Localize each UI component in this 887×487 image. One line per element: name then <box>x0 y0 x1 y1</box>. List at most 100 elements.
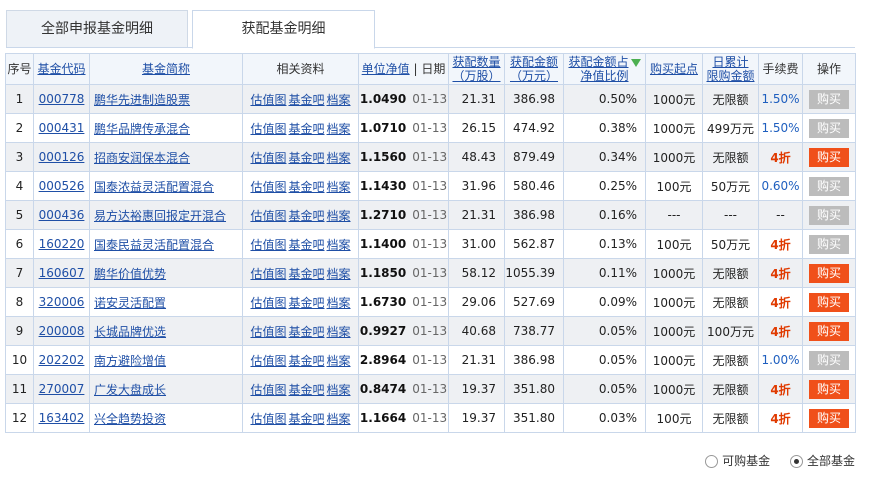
radio-unchecked-icon[interactable] <box>705 455 719 468</box>
fund-forum-link[interactable]: 基金吧 <box>288 412 324 426</box>
fund-name-link[interactable]: 诺安灵活配置 <box>94 296 166 310</box>
buy-button[interactable]: 购买 <box>809 321 849 341</box>
buy-button[interactable]: 购买 <box>809 292 849 312</box>
col-ratio[interactable]: 获配金额占 净值比例 <box>563 53 646 85</box>
buy-button[interactable]: 购买 <box>809 408 849 428</box>
fund-profile-link[interactable]: 档案 <box>327 412 351 426</box>
fund-profile-link[interactable]: 档案 <box>327 122 351 136</box>
valuation-chart-link[interactable]: 估值图 <box>250 325 286 339</box>
filter-buyable-option[interactable]: 可购基金 <box>705 454 770 468</box>
valuation-chart-link[interactable]: 估值图 <box>250 151 286 165</box>
fund-profile-link[interactable]: 档案 <box>327 93 351 107</box>
fund-forum-link[interactable]: 基金吧 <box>288 267 324 281</box>
fund-profile-link[interactable]: 档案 <box>327 267 351 281</box>
fund-forum-link[interactable]: 基金吧 <box>288 151 324 165</box>
fund-name-link[interactable]: 鹏华品牌传承混合 <box>94 122 190 136</box>
fee-discount: 4折 <box>770 237 791 252</box>
fund-name-link[interactable]: 鹏华先进制造股票 <box>94 93 190 107</box>
valuation-chart-link[interactable]: 估值图 <box>250 296 286 310</box>
buy-button[interactable]: 购买 <box>809 379 849 399</box>
cell-name: 招商安润保本混合 <box>89 142 243 172</box>
fund-forum-link[interactable]: 基金吧 <box>288 180 324 194</box>
fund-profile-link[interactable]: 档案 <box>327 296 351 310</box>
fund-code-link[interactable]: 000778 <box>39 92 85 106</box>
buy-button[interactable]: 购买 <box>809 118 849 138</box>
fund-code-link[interactable]: 320006 <box>39 295 85 309</box>
fund-code-link[interactable]: 160607 <box>39 266 85 280</box>
col-name[interactable]: 基金简称 <box>89 53 243 85</box>
cell-related: 估值图 基金吧 档案 <box>242 258 359 288</box>
fund-forum-link[interactable]: 基金吧 <box>288 354 324 368</box>
fund-code-link[interactable]: 163402 <box>39 411 85 425</box>
valuation-chart-link[interactable]: 估值图 <box>250 122 286 136</box>
buy-button[interactable]: 购买 <box>809 263 849 283</box>
buy-button[interactable]: 购买 <box>809 147 849 167</box>
col-nav[interactable]: 单位净值 | 日期 <box>358 53 449 85</box>
fund-code-link[interactable]: 000126 <box>39 150 85 164</box>
buy-button[interactable]: 购买 <box>809 89 849 109</box>
fund-code-link[interactable]: 202202 <box>39 353 85 367</box>
fund-name-link[interactable]: 国泰民益灵活配置混合 <box>94 238 214 252</box>
cell-nav: 1.0490 01-13 <box>358 84 449 114</box>
buy-button[interactable]: 购买 <box>809 234 849 254</box>
fund-profile-link[interactable]: 档案 <box>327 383 351 397</box>
fund-forum-link[interactable]: 基金吧 <box>288 122 324 136</box>
col-amt[interactable]: 获配金额 （万元） <box>504 53 564 85</box>
valuation-chart-link[interactable]: 估值图 <box>250 238 286 252</box>
cell-amt: 351.80 <box>504 403 564 433</box>
valuation-chart-link[interactable]: 估值图 <box>250 412 286 426</box>
valuation-chart-link[interactable]: 估值图 <box>250 354 286 368</box>
fund-code-link[interactable]: 000436 <box>39 208 85 222</box>
fund-profile-link[interactable]: 档案 <box>327 325 351 339</box>
valuation-chart-link[interactable]: 估值图 <box>250 93 286 107</box>
fund-forum-link[interactable]: 基金吧 <box>288 383 324 397</box>
col-code[interactable]: 基金代码 <box>33 53 90 85</box>
fund-name-link[interactable]: 广发大盘成长 <box>94 383 166 397</box>
fund-name-link[interactable]: 鹏华价值优势 <box>94 267 166 281</box>
valuation-chart-link[interactable]: 估值图 <box>250 383 286 397</box>
fund-name-link[interactable]: 易方达裕惠回报定开混合 <box>94 209 226 223</box>
fund-forum-link[interactable]: 基金吧 <box>288 209 324 223</box>
cell-min-buy: --- <box>645 200 703 230</box>
fund-name-link[interactable]: 兴全趋势投资 <box>94 412 166 426</box>
fund-profile-link[interactable]: 档案 <box>327 238 351 252</box>
cell-fee: 0.60% <box>758 171 803 201</box>
fund-profile-link[interactable]: 档案 <box>327 151 351 165</box>
fund-name-link[interactable]: 招商安润保本混合 <box>94 151 190 165</box>
buy-button[interactable]: 购买 <box>809 205 849 225</box>
valuation-chart-link[interactable]: 估值图 <box>250 209 286 223</box>
fund-name-link[interactable]: 南方避险增值 <box>94 354 166 368</box>
cell-action: 购买 <box>802 229 856 259</box>
fund-code-link[interactable]: 200008 <box>39 324 85 338</box>
cell-code: 202202 <box>33 345 90 375</box>
valuation-chart-link[interactable]: 估值图 <box>250 180 286 194</box>
fund-profile-link[interactable]: 档案 <box>327 209 351 223</box>
filter-all-option[interactable]: 全部基金 <box>789 454 855 468</box>
fund-name-link[interactable]: 长城品牌优选 <box>94 325 166 339</box>
buy-button[interactable]: 购买 <box>809 350 849 370</box>
fund-code-link[interactable]: 270007 <box>39 382 85 396</box>
cell-code: 160607 <box>33 258 90 288</box>
fund-code-link[interactable]: 000526 <box>39 179 85 193</box>
fund-forum-link[interactable]: 基金吧 <box>288 296 324 310</box>
cell-code: 160220 <box>33 229 90 259</box>
radio-checked-icon[interactable] <box>789 455 803 468</box>
fund-name-link[interactable]: 国泰浓益灵活配置混合 <box>94 180 214 194</box>
fund-profile-link[interactable]: 档案 <box>327 180 351 194</box>
fund-forum-link[interactable]: 基金吧 <box>288 93 324 107</box>
cell-name: 鹏华品牌传承混合 <box>89 113 243 143</box>
nav-date: 01-13 <box>412 382 448 396</box>
fund-forum-link[interactable]: 基金吧 <box>288 238 324 252</box>
col-daily-limit[interactable]: 日累计 限购金额 <box>702 53 759 85</box>
cell-nav: 1.1850 01-13 <box>358 258 449 288</box>
tab-all-declared-funds[interactable]: 全部申报基金明细 <box>6 10 188 47</box>
fund-code-link[interactable]: 000431 <box>39 121 85 135</box>
col-min-buy[interactable]: 购买起点 <box>645 53 703 85</box>
fund-profile-link[interactable]: 档案 <box>327 354 351 368</box>
tab-allocated-funds[interactable]: 获配基金明细 <box>192 10 375 49</box>
buy-button[interactable]: 购买 <box>809 176 849 196</box>
fund-code-link[interactable]: 160220 <box>39 237 85 251</box>
valuation-chart-link[interactable]: 估值图 <box>250 267 286 281</box>
col-qty[interactable]: 获配数量 （万股） <box>448 53 505 85</box>
fund-forum-link[interactable]: 基金吧 <box>288 325 324 339</box>
